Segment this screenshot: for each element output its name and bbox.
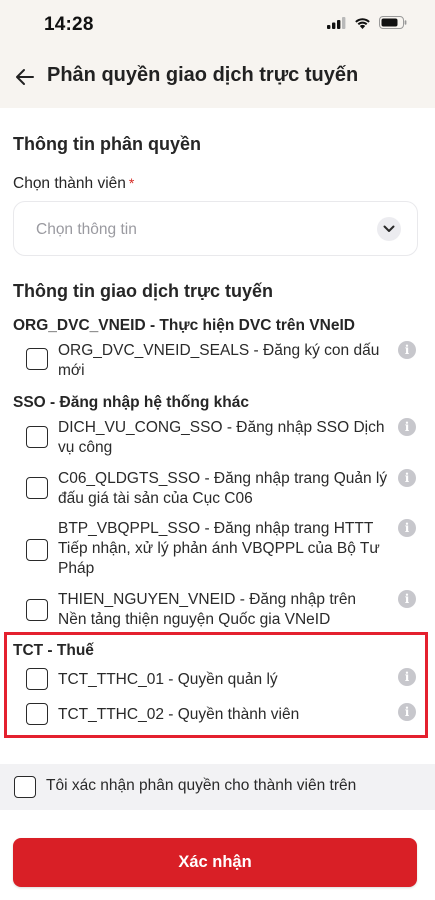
permission-checkbox[interactable]	[26, 426, 48, 448]
permission-label: ORG_DVC_VNEID_SEALS - Đăng ký con dấu mớ…	[58, 342, 380, 379]
info-icon[interactable]: i	[398, 469, 416, 487]
info-icon[interactable]: i	[398, 519, 416, 537]
confirm-row: Tôi xác nhận phân quyền cho thành viên t…	[0, 764, 435, 810]
wifi-icon	[354, 16, 371, 34]
arrow-left-icon	[16, 69, 34, 85]
info-icon[interactable]: i	[398, 668, 416, 686]
header-area: 14:28 Phân quyền giao dịch trực tuyến	[0, 0, 435, 108]
group-title-sso: SSO - Đăng nhập hệ thống khác	[13, 394, 249, 411]
permission-checkbox[interactable]	[26, 348, 48, 370]
permission-label: TCT_TTHC_01 - Quyền quản lý	[58, 671, 278, 688]
confirm-label: Tôi xác nhận phân quyền cho thành viên t…	[46, 777, 357, 794]
submit-button[interactable]: Xác nhận	[13, 838, 417, 887]
status-time: 14:28	[44, 14, 94, 35]
page-title: Phân quyền giao dịch trực tuyến	[47, 64, 359, 86]
status-icons	[327, 16, 407, 34]
info-icon[interactable]: i	[398, 703, 416, 721]
info-icon[interactable]: i	[398, 418, 416, 436]
required-mark: *	[128, 175, 135, 191]
member-field-label-text: Chọn thành viên	[13, 175, 126, 192]
status-bar: 14:28	[0, 0, 435, 50]
member-section-title: Thông tin phân quyền	[13, 134, 201, 154]
info-icon[interactable]: i	[398, 341, 416, 359]
nav-bar: Phân quyền giao dịch trực tuyến	[0, 54, 435, 100]
permission-checkbox[interactable]	[26, 539, 48, 561]
permission-checkbox[interactable]	[26, 668, 48, 690]
permission-label: C06_QLDGTS_SSO - Đăng nhập trang Quản lý…	[58, 470, 388, 507]
chevron-down-icon	[377, 217, 401, 241]
member-select[interactable]: Chọn thông tin	[13, 201, 418, 256]
signal-icon	[327, 16, 346, 34]
member-select-placeholder: Chọn thông tin	[36, 221, 137, 238]
permission-checkbox[interactable]	[26, 477, 48, 499]
group-title-tct: TCT - Thuế	[13, 642, 94, 659]
member-field-label: Chọn thành viên *	[13, 175, 134, 193]
back-button[interactable]	[10, 62, 40, 92]
permission-checkbox[interactable]	[26, 703, 48, 725]
permission-label: TCT_TTHC_02 - Quyền thành viên	[58, 706, 300, 723]
permission-label: BTP_VBQPPL_SSO - Đăng nhập trang HTTT Ti…	[58, 520, 380, 577]
permission-label: DICH_VU_CONG_SSO - Đăng nhập SSO Dịch vụ…	[58, 419, 385, 456]
confirm-checkbox[interactable]	[14, 776, 36, 798]
group-title-org-dvc: ORG_DVC_VNEID - Thực hiện DVC trên VNeID	[13, 317, 355, 334]
permission-checkbox[interactable]	[26, 599, 48, 621]
transactions-section-title: Thông tin giao dịch trực tuyến	[13, 281, 274, 301]
info-icon[interactable]: i	[398, 590, 416, 608]
permission-label: THIEN_NGUYEN_VNEID - Đăng nhập trên Nền …	[58, 591, 357, 628]
battery-icon	[379, 16, 407, 34]
